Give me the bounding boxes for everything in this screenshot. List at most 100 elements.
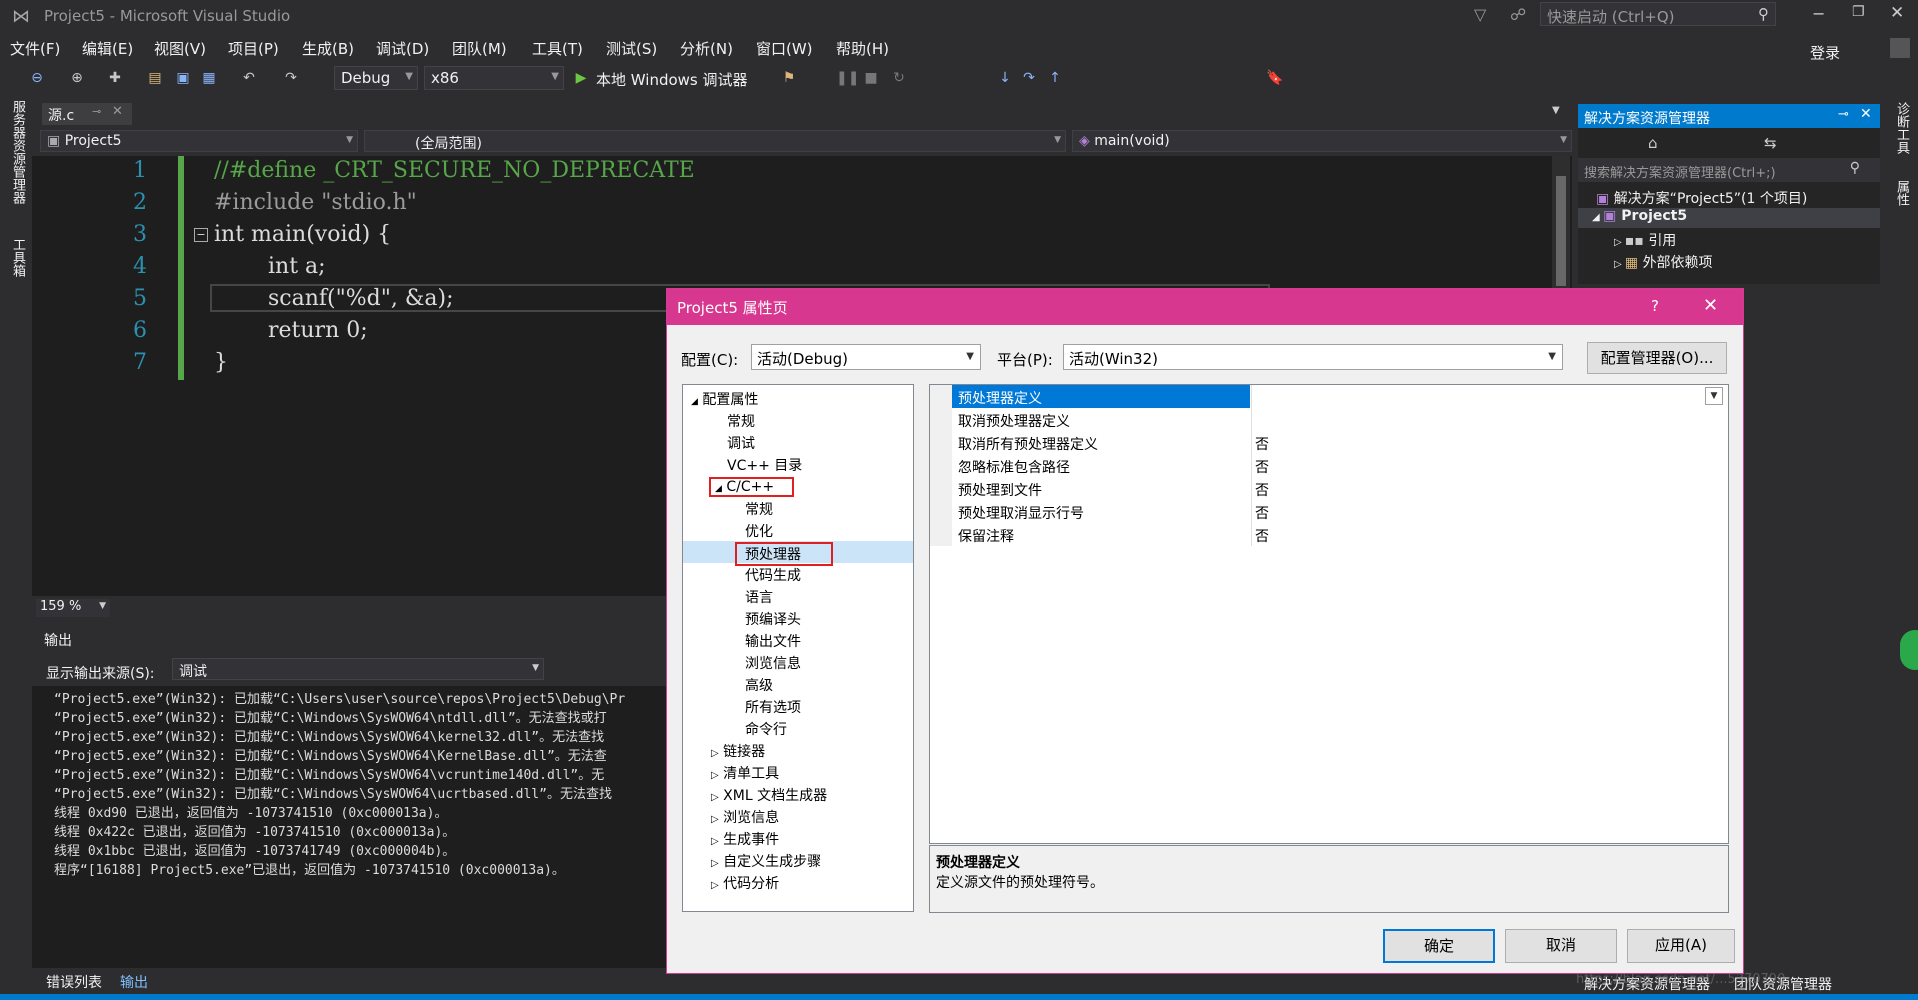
tree-item-cpp-general[interactable]: 常规 — [745, 499, 773, 519]
toolbox-tab[interactable]: 工具箱 — [8, 238, 27, 277]
diagnostics-tab[interactable]: 诊断工具 — [1892, 102, 1911, 154]
project-nav-combo[interactable]: ▣ Project5 ▼ — [40, 130, 358, 152]
save-icon[interactable]: ▣ — [174, 69, 192, 87]
redo-icon[interactable]: ↷ — [282, 69, 300, 87]
config-select[interactable]: 活动(Debug) ▼ — [751, 344, 981, 370]
tree-item-command-line[interactable]: 命令行 — [745, 719, 787, 739]
apply-button[interactable]: 应用(A) — [1627, 929, 1735, 963]
property-value[interactable]: 否 — [1255, 457, 1269, 477]
menu-project[interactable]: 项目(P) — [228, 38, 279, 59]
scope-nav-combo[interactable]: (全局范围) ▼ — [364, 130, 1066, 152]
platform-combo[interactable]: x86 ▼ — [424, 66, 564, 90]
play-icon[interactable]: ▶ — [572, 69, 590, 87]
tree-item-optimization[interactable]: 优化 — [745, 521, 773, 541]
tree-item-custom-build-step[interactable]: ▷ 自定义生成步骤 — [711, 851, 821, 871]
menu-build[interactable]: 生成(B) — [302, 38, 354, 59]
output-pane[interactable]: “Project5.exe”(Win32): 已加载“C:\Users\user… — [32, 686, 672, 968]
save-all-icon[interactable]: ▦ — [200, 69, 218, 87]
forward-icon[interactable]: ⊕ — [68, 69, 86, 87]
step-into-icon[interactable]: ↓ — [996, 69, 1014, 87]
new-project-icon[interactable]: ✚ — [106, 69, 124, 87]
project-node[interactable]: ◢ ▣ Project5 — [1578, 208, 1880, 228]
menu-debug[interactable]: 调试(D) — [376, 38, 429, 59]
tree-item-browse-info[interactable]: 浏览信息 — [745, 653, 801, 673]
property-value[interactable]: 否 — [1255, 480, 1269, 500]
restore-button[interactable]: ❐ — [1852, 4, 1865, 20]
property-value[interactable]: 否 — [1255, 503, 1269, 523]
filter-icon[interactable]: ▽ — [1474, 5, 1486, 24]
property-value[interactable]: 否 — [1255, 526, 1269, 546]
feedback-icon[interactable]: ☍ — [1510, 5, 1526, 24]
solution-search-input[interactable]: 搜索解决方案资源管理器(Ctrl+;) ⚲ — [1578, 158, 1880, 182]
pin-icon[interactable]: ⊸ — [1838, 107, 1849, 122]
tree-item-advanced[interactable]: 高级 — [745, 675, 773, 695]
function-nav-combo[interactable]: ◈ main(void) ▼ — [1072, 130, 1572, 152]
tree-item-general[interactable]: 常规 — [727, 411, 755, 431]
tab-source-file[interactable]: 源.c ⊸ ✕ — [42, 103, 132, 125]
tree-item-debugging[interactable]: 调试 — [727, 433, 755, 453]
bookmark-icon[interactable]: 🔖 — [1266, 69, 1284, 87]
property-tree[interactable]: ◢ 配置属性 常规 调试 VC++ 目录 ◢ C/C++ 常规 优化 预处理器 … — [682, 384, 914, 912]
attach-icon[interactable]: ⚑ — [780, 69, 798, 87]
minimize-button[interactable]: − — [1812, 4, 1825, 23]
property-row[interactable]: 预处理器定义 ▼ — [930, 385, 1728, 408]
back-icon[interactable]: ⊖ — [28, 69, 46, 87]
property-value[interactable]: 否 — [1255, 434, 1269, 454]
dialog-close-button[interactable]: ✕ — [1703, 295, 1718, 316]
close-button[interactable]: ✕ — [1890, 3, 1904, 23]
tree-item-code-analysis[interactable]: ▷ 代码分析 — [711, 873, 779, 893]
tab-overflow-icon[interactable]: ▼ — [1552, 105, 1560, 116]
menu-view[interactable]: 视图(V) — [154, 38, 206, 59]
step-over-icon[interactable]: ↷ — [1020, 69, 1038, 87]
tab-error-list[interactable]: 错误列表 — [46, 972, 102, 992]
property-row[interactable]: 取消所有预处理器定义 否 — [930, 431, 1728, 454]
dialog-help-button[interactable]: ? — [1651, 297, 1659, 315]
property-row[interactable]: 取消预处理器定义 — [930, 408, 1728, 431]
tree-item-vc-directories[interactable]: VC++ 目录 — [727, 455, 802, 475]
close-icon[interactable]: ✕ — [1860, 106, 1872, 122]
run-debugger-button[interactable]: 本地 Windows 调试器 — [596, 69, 748, 90]
output-source-combo[interactable]: 调试 ▼ — [172, 658, 544, 680]
restart-icon[interactable]: ↻ — [890, 69, 908, 87]
tree-item-code-generation[interactable]: 代码生成 — [745, 565, 801, 585]
menu-help[interactable]: 帮助(H) — [836, 38, 889, 59]
tree-item-build-events[interactable]: ▷ 生成事件 — [711, 829, 779, 849]
sync-icon[interactable]: ⇆ — [1764, 134, 1777, 152]
properties-tab[interactable]: 属性 — [1892, 180, 1911, 206]
search-icon[interactable]: ⚲ — [1850, 160, 1860, 176]
menu-analyze[interactable]: 分析(N) — [680, 38, 733, 59]
stop-icon[interactable]: ■ — [862, 69, 880, 87]
property-grid[interactable]: 预处理器定义 ▼ 取消预处理器定义 取消所有预处理器定义否 忽略标准包含路径否 … — [929, 384, 1729, 844]
solution-node[interactable]: ▣ 解决方案“Project5”(1 个项目) — [1596, 188, 1807, 208]
account-icon[interactable] — [1890, 38, 1910, 58]
login-link[interactable]: 登录 — [1810, 42, 1840, 63]
tree-item-all-options[interactable]: 所有选项 — [745, 697, 801, 717]
tree-item-cpp[interactable]: ◢ C/C++ — [709, 477, 795, 497]
property-dropdown-button[interactable]: ▼ — [1705, 387, 1723, 405]
property-row[interactable]: 忽略标准包含路径 否 — [930, 454, 1728, 477]
undo-icon[interactable]: ↶ — [240, 69, 258, 87]
property-row[interactable]: 保留注释 否 — [930, 523, 1728, 546]
references-node[interactable]: ▷ ▪▪ 引用 — [1614, 230, 1676, 250]
ok-button[interactable]: 确定 — [1383, 929, 1495, 963]
home-icon[interactable]: ⌂ — [1648, 134, 1658, 152]
tree-item-output-files[interactable]: 输出文件 — [745, 631, 801, 651]
config-combo[interactable]: Debug ▼ — [334, 66, 418, 90]
platform-select[interactable]: 活动(Win32) ▼ — [1063, 344, 1563, 370]
open-icon[interactable]: ▤ — [146, 69, 164, 87]
cancel-button[interactable]: 取消 — [1505, 929, 1617, 963]
menu-test[interactable]: 测试(S) — [606, 38, 657, 59]
menu-team[interactable]: 团队(M) — [452, 38, 507, 59]
pin-icon[interactable]: ⊸ — [92, 105, 101, 118]
performance-badge-icon[interactable] — [1900, 630, 1918, 670]
tree-item-language[interactable]: 语言 — [745, 587, 773, 607]
menu-tools[interactable]: 工具(T) — [532, 38, 583, 59]
tree-item-browse-information[interactable]: ▷ 浏览信息 — [711, 807, 779, 827]
config-manager-button[interactable]: 配置管理器(O)... — [1587, 342, 1727, 374]
collapse-icon[interactable]: − — [194, 228, 208, 242]
scroll-thumb[interactable] — [1556, 176, 1566, 286]
tree-item-linker[interactable]: ▷ 链接器 — [711, 741, 765, 761]
tree-item-manifest-tool[interactable]: ▷ 清单工具 — [711, 763, 779, 783]
menu-file[interactable]: 文件(F) — [10, 38, 60, 59]
external-deps-node[interactable]: ▷ ▦ 外部依赖项 — [1614, 252, 1713, 272]
